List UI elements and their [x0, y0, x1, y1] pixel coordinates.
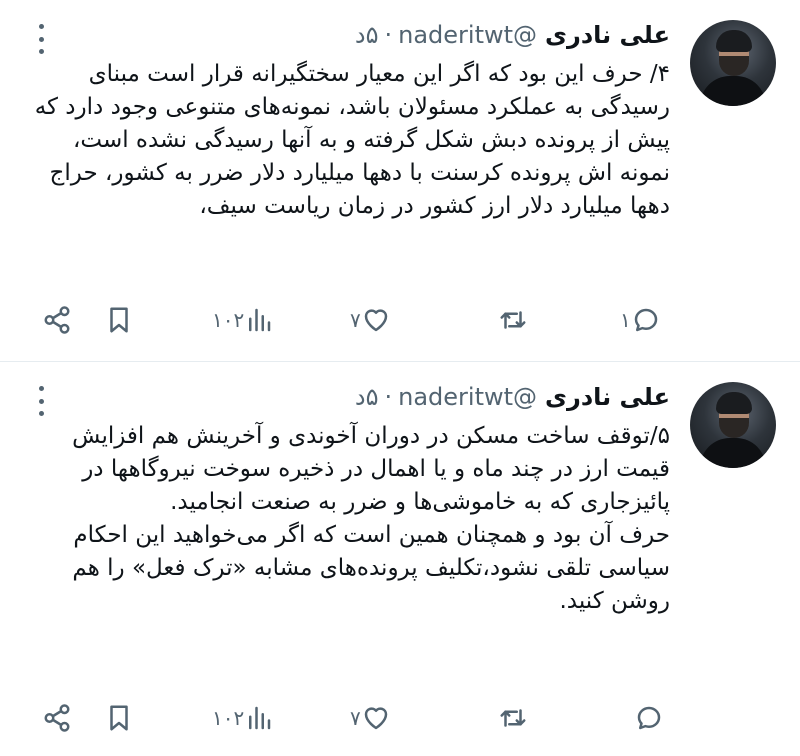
bookmark-icon: [110, 705, 128, 731]
views-count: ۱۰۲: [212, 308, 245, 332]
retweet-arrows-icon: [500, 311, 526, 329]
retweet-button[interactable]: [494, 698, 528, 738]
more-vertical-dots-icon[interactable]: [38, 386, 44, 416]
heart-icon: [364, 707, 387, 730]
tweet-actions: ۱۰۲ ۷ ۱: [0, 300, 800, 340]
share-icon: [44, 306, 70, 334]
reply-button[interactable]: [630, 698, 664, 738]
tweet-actions: ۱۰۲ ۷: [0, 698, 800, 738]
tweet-text: ۵/توقف ساخت مسکن در دوران آخوندی و آخرین…: [72, 423, 670, 614]
share-button[interactable]: [42, 300, 72, 340]
heart-icon: [364, 309, 387, 332]
tweet[interactable]: علی نادری @naderitwt · ۵د ۵/توقف ساخت مس…: [0, 362, 800, 756]
author-name[interactable]: علی نادری: [545, 383, 670, 411]
author-handle[interactable]: @naderitwt: [398, 21, 537, 49]
bookmark-button[interactable]: [104, 300, 134, 340]
author-handle[interactable]: @naderitwt: [398, 383, 537, 411]
views-bar-chart-icon: [249, 308, 271, 332]
reply-bubble-icon: [637, 706, 661, 730]
views-button[interactable]: ۱۰۲: [208, 698, 274, 738]
avatar[interactable]: [690, 382, 776, 468]
tweet[interactable]: علی نادری @naderitwt · ۵د ۴/ حرف این بود…: [0, 0, 800, 362]
like-button[interactable]: ۷: [346, 300, 391, 340]
retweet-arrows-icon: [500, 709, 526, 727]
tweet-time[interactable]: ۵د: [355, 383, 379, 411]
bookmark-button[interactable]: [104, 698, 134, 738]
tweet-header: علی نادری @naderitwt · ۵د: [355, 18, 670, 52]
share-icon: [44, 704, 70, 732]
reply-bubble-icon: [634, 308, 657, 332]
views-bar-chart-icon: [249, 706, 271, 730]
tweet-header: علی نادری @naderitwt · ۵د: [355, 380, 670, 414]
retweet-button[interactable]: [494, 300, 528, 340]
tweet-time[interactable]: ۵د: [355, 21, 379, 49]
avatar[interactable]: [690, 20, 776, 106]
views-count: ۱۰۲: [212, 706, 245, 730]
author-name[interactable]: علی نادری: [545, 21, 670, 49]
views-button[interactable]: ۱۰۲: [208, 300, 274, 340]
reply-count: ۱: [620, 308, 631, 332]
bookmark-icon: [110, 307, 128, 333]
like-count: ۷: [350, 308, 361, 332]
like-button[interactable]: ۷: [346, 698, 391, 738]
reply-button[interactable]: ۱: [616, 300, 661, 340]
header-separator: ·: [384, 21, 393, 49]
share-button[interactable]: [42, 698, 72, 738]
header-separator: ·: [384, 383, 393, 411]
more-vertical-dots-icon[interactable]: [38, 24, 44, 54]
tweet-text: ۴/ حرف این بود که اگر این معیار سختگیران…: [34, 61, 670, 219]
like-count: ۷: [350, 706, 361, 730]
